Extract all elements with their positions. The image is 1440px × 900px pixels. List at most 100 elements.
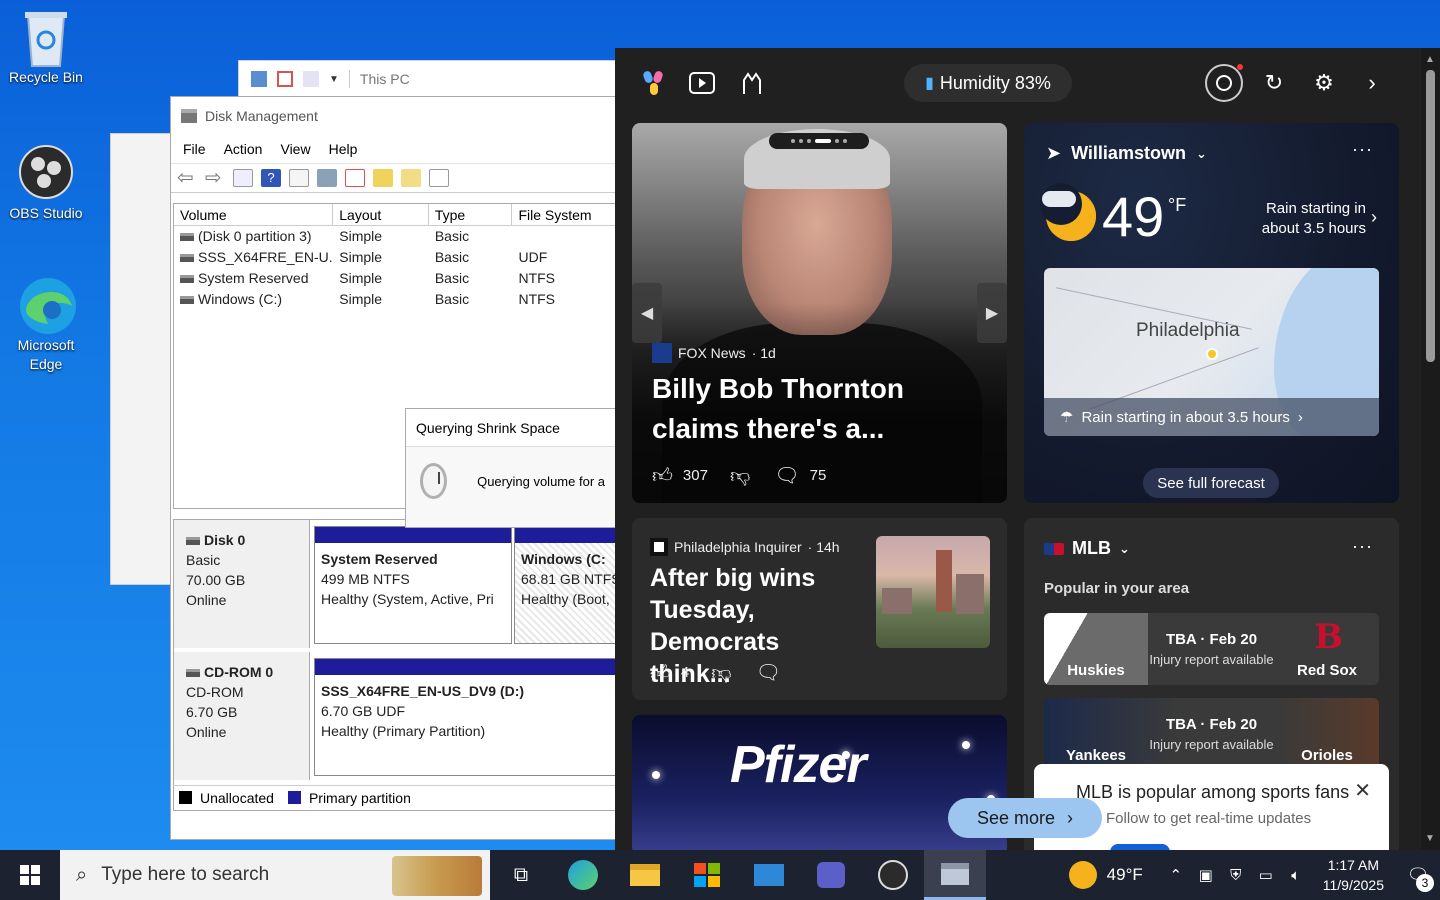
search-folder-icon[interactable]: [401, 169, 421, 187]
meet-now-icon[interactable]: ▣: [1191, 866, 1221, 884]
chevron-down-icon[interactable]: ▼: [329, 74, 339, 85]
chevron-down-icon[interactable]: ⌄: [1196, 146, 1207, 162]
disk-label[interactable]: Disk 0 Basic 70.00 GB Online: [174, 520, 310, 648]
table-row[interactable]: (Disk 0 partition 3) Simple Basic: [174, 226, 618, 247]
teams-icon[interactable]: [800, 850, 862, 900]
weather-card[interactable]: ➤ Williamstown ⌄ ··· 49 °F Rain starting…: [1024, 123, 1399, 503]
explorer-address-bar[interactable]: ▼ This PC: [238, 60, 618, 98]
widgets-scrollbar[interactable]: ▲ ▼: [1421, 48, 1440, 850]
partition-system-reserved[interactable]: System Reserved 499 MB NTFS Healthy (Sys…: [314, 526, 512, 644]
humidity-pill[interactable]: ▮ Humidity 83%: [904, 64, 1072, 102]
video-icon[interactable]: [687, 68, 717, 98]
window-titlebar: Disk Management: [171, 97, 619, 135]
partition-size: 6.70 GB UDF: [321, 703, 406, 719]
network-icon[interactable]: ▭: [1251, 866, 1281, 884]
check-icon[interactable]: [345, 169, 365, 187]
column-header-file-system[interactable]: File System: [512, 204, 618, 225]
widgets-logo-icon[interactable]: [639, 68, 669, 98]
help-icon[interactable]: ?: [261, 169, 281, 187]
disk-label[interactable]: CD-ROM 0 CD-ROM 6.70 GB Online: [174, 652, 310, 780]
carousel-prev-button[interactable]: ◀: [632, 283, 662, 343]
weather-unit[interactable]: °F: [1168, 195, 1186, 216]
table-row[interactable]: System Reserved Simple Basic NTFS: [174, 268, 618, 289]
table-row[interactable]: Windows (C:) Simple Basic NTFS: [174, 289, 618, 310]
column-header-type[interactable]: Type: [429, 204, 513, 225]
column-header-layout[interactable]: Layout: [333, 204, 429, 225]
file-explorer-icon[interactable]: [614, 850, 676, 900]
refresh-icon[interactable]: ↻: [1259, 68, 1289, 98]
list-view-icon[interactable]: [289, 169, 309, 187]
task-view-icon[interactable]: ⧉: [490, 850, 552, 900]
scroll-down-icon[interactable]: ▼: [1425, 833, 1435, 844]
column-header-volume[interactable]: Volume: [174, 204, 334, 225]
weather-rain-text[interactable]: Rain starting in about 3.5 hours: [1236, 199, 1366, 239]
more-options-icon[interactable]: ···: [1352, 536, 1373, 557]
taskbar-weather[interactable]: 49°F: [1059, 861, 1161, 889]
scrollbar-thumb[interactable]: [1426, 70, 1435, 362]
taskbar-search-box[interactable]: ⌕ Type here to search: [60, 850, 490, 900]
thumbs-up-icon[interactable]: 👍︎: [652, 464, 673, 488]
thumbs-up-icon[interactable]: 👍︎: [650, 661, 671, 685]
connect-icon[interactable]: [317, 169, 337, 187]
comment-icon[interactable]: 🗨︎: [756, 660, 781, 685]
security-alert-icon[interactable]: ⛨: [1221, 867, 1251, 884]
start-button[interactable]: [0, 850, 60, 900]
news-card-pfizer[interactable]: Pfizer: [632, 715, 1007, 850]
menu-help[interactable]: Help: [329, 141, 358, 157]
menu-action[interactable]: Action: [224, 141, 263, 157]
gear-icon[interactable]: ⚙: [1309, 68, 1339, 98]
mlb-title[interactable]: MLB: [1072, 538, 1111, 559]
comment-icon[interactable]: 🗨︎: [774, 463, 799, 488]
partition-cdrom-d[interactable]: SSS_X64FRE_EN-US_DV9 (D:) 6.70 GB UDF He…: [314, 658, 618, 776]
game-row[interactable]: Yankees TBA · Feb 20 Injury report avail…: [1044, 698, 1379, 770]
mail-icon[interactable]: [738, 850, 800, 900]
chevron-right-icon[interactable]: ›: [1371, 207, 1377, 228]
see-full-forecast-button[interactable]: See full forecast: [1143, 468, 1279, 498]
map-rain-bar[interactable]: ☂ Rain starting in about 3.5 hours ›: [1044, 398, 1379, 436]
chevron-down-icon[interactable]: ⌄: [1119, 541, 1130, 557]
disk-management-taskbar-icon[interactable]: [924, 850, 986, 900]
volume-layout: Simple: [339, 270, 383, 286]
news-headline[interactable]: Billy Bob Thornton claims there's a...: [652, 369, 982, 449]
volume-type: Basic: [434, 291, 470, 307]
weather-location[interactable]: Williamstown: [1071, 143, 1186, 164]
folder-icon[interactable]: [303, 71, 319, 87]
properties-list-icon[interactable]: [429, 169, 449, 187]
close-icon[interactable]: ✕: [1354, 778, 1371, 803]
partition-windows-c[interactable]: Windows (C: 68.81 GB NTFS Healthy (Boot,: [514, 526, 618, 644]
forward-arrow-icon[interactable]: ⇨: [205, 168, 225, 188]
store-icon[interactable]: [676, 850, 738, 900]
console-icon[interactable]: [233, 169, 253, 187]
obs-taskbar-icon[interactable]: [862, 850, 924, 900]
thumbs-down-icon[interactable]: 👎︎: [711, 661, 731, 685]
volume-fs: NTFS: [518, 270, 556, 286]
news-card-inquirer[interactable]: Philadelphia Inquirer · 14h After big wi…: [632, 518, 1007, 700]
carousel-next-button[interactable]: ▶: [977, 283, 1007, 343]
news-card-hero[interactable]: ◀ ▶ FOX News · 1d Billy Bob Thornton cla…: [632, 123, 1007, 503]
menu-file[interactable]: File: [183, 141, 206, 157]
volume-icon[interactable]: 🔈︎: [1281, 867, 1311, 884]
properties-icon[interactable]: [277, 71, 293, 87]
game-row[interactable]: Huskies TBA · Feb 20 Injury report avail…: [1044, 613, 1379, 685]
menu-view[interactable]: View: [280, 141, 310, 157]
taskbar-clock[interactable]: 1:17 AM 11/9/2025: [1311, 855, 1396, 895]
chevron-up-icon[interactable]: ⌃: [1161, 866, 1191, 884]
desktop-icon-obs-studio[interactable]: OBS Studio: [0, 144, 92, 223]
more-options-icon[interactable]: ···: [1352, 139, 1373, 160]
thumbs-down-icon[interactable]: 👎︎: [730, 464, 750, 488]
clock-date: 11/9/2025: [1322, 877, 1384, 893]
folder-up-icon[interactable]: [373, 169, 393, 187]
carousel-indicator: [769, 133, 869, 149]
back-arrow-icon[interactable]: ⇦: [177, 168, 197, 188]
games-icon[interactable]: [737, 68, 767, 98]
see-more-button[interactable]: See more ›: [948, 798, 1102, 838]
table-row[interactable]: SSS_X64FRE_EN-U... Simple Basic UDF: [174, 247, 618, 268]
scroll-up-icon[interactable]: ▲: [1425, 54, 1435, 65]
notification-center-button[interactable]: 🗨︎ 3: [1396, 850, 1440, 900]
edge-taskbar-icon[interactable]: [552, 850, 614, 900]
weather-map[interactable]: Philadelphia ☂ Rain starting in about 3.…: [1044, 268, 1379, 436]
desktop-icon-microsoft-edge[interactable]: Microsoft Edge: [0, 276, 92, 374]
desktop-icon-recycle-bin[interactable]: Recycle Bin: [0, 8, 92, 87]
chevron-right-icon[interactable]: ›: [1357, 68, 1387, 98]
rewards-icon[interactable]: [1205, 64, 1243, 102]
